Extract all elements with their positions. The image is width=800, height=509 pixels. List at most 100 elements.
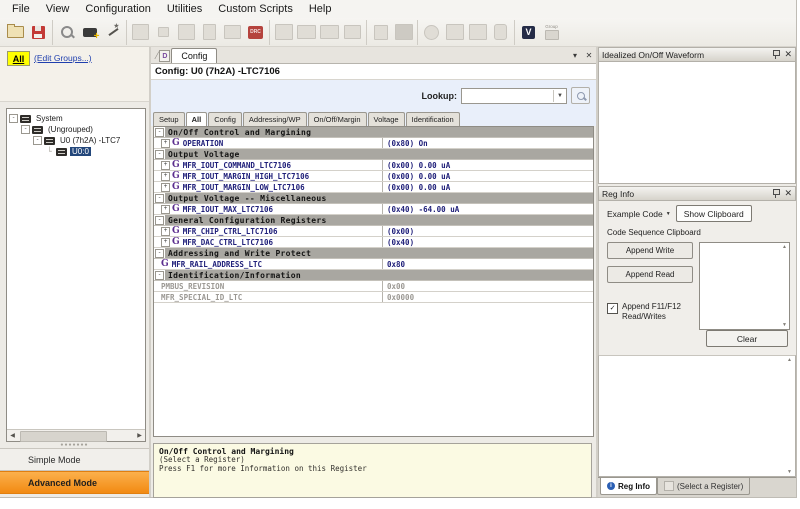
simple-mode-button[interactable]: Simple Mode: [0, 448, 149, 471]
add-device-button[interactable]: [78, 21, 101, 44]
table-row[interactable]: - + G MFR_RAIL_ADDRESS_LTC 0x80: [154, 259, 593, 270]
fault-log-clear-button[interactable]: [466, 21, 489, 44]
scroll-up-icon[interactable]: ▲: [787, 357, 792, 363]
stop-button[interactable]: [152, 21, 175, 44]
expand-plus-icon[interactable]: +: [161, 139, 170, 148]
all-group-badge[interactable]: All: [7, 51, 30, 66]
register-row[interactable]: + G OPERATION (0x80) On: [154, 138, 593, 149]
expand-plus-icon[interactable]: +: [161, 172, 170, 181]
scroll-down-icon[interactable]: ▼: [782, 322, 787, 328]
scroll-up-icon[interactable]: ▲: [782, 244, 787, 250]
dock-menu-button[interactable]: ▾: [568, 49, 582, 62]
scroll-down-icon[interactable]: ▼: [787, 469, 792, 475]
table-row[interactable]: - General Configuration Registers + G: [154, 215, 593, 226]
verify-button[interactable]: V: [517, 21, 540, 44]
osd-button[interactable]: [420, 21, 443, 44]
table-row[interactable]: - On/Off Control and Margining + G: [154, 127, 593, 138]
tree-expander-icon[interactable]: -: [33, 136, 42, 145]
section-collapse-icon[interactable]: -: [155, 271, 164, 280]
tree-expander-icon[interactable]: -: [9, 114, 18, 123]
filter-tab[interactable]: Voltage: [368, 112, 405, 126]
table-row[interactable]: - Output Voltage + G: [154, 149, 593, 160]
expand-plus-icon[interactable]: +: [161, 227, 170, 236]
expand-plus-icon[interactable]: +: [161, 238, 170, 247]
checkbox-checked-icon[interactable]: ✓: [607, 303, 618, 314]
append-read-button[interactable]: Append Read: [607, 266, 693, 283]
section-header-row[interactable]: - General Configuration Registers: [154, 215, 593, 226]
tree-node[interactable]: - └ U0:0: [7, 146, 145, 157]
save-button[interactable]: [27, 21, 50, 44]
table-row[interactable]: - + G MFR_IOUT_COMMAND_LTC7106 (0x00) 0.…: [154, 160, 593, 171]
pc-to-ram-button[interactable]: [295, 21, 318, 44]
filter-tab[interactable]: Setup: [153, 112, 185, 126]
close-icon[interactable]: ✕: [784, 189, 792, 198]
tab-reg-info[interactable]: i Reg Info: [600, 478, 657, 495]
lookup-combobox[interactable]: ▼: [461, 88, 567, 104]
section-header-row[interactable]: - Output Voltage -- Miscellaneous: [154, 193, 593, 204]
pin-icon[interactable]: [772, 50, 780, 59]
filter-tab[interactable]: On/Off/Margin: [308, 112, 367, 126]
code-sequence-listbox[interactable]: ▲ ▼: [699, 242, 790, 330]
section-collapse-icon[interactable]: -: [155, 216, 164, 225]
section-collapse-icon[interactable]: -: [155, 150, 164, 159]
chevron-down-icon[interactable]: ▼: [553, 90, 566, 102]
register-row[interactable]: + G MFR_DAC_CTRL_LTC7106 (0x40): [154, 237, 593, 248]
tree-horizontal-scrollbar[interactable]: ◀ ▶: [7, 429, 145, 441]
expand-plus-icon[interactable]: +: [161, 161, 170, 170]
advanced-mode-button[interactable]: Advanced Mode: [0, 471, 149, 494]
show-clipboard-button[interactable]: Show Clipboard: [676, 205, 752, 222]
tab-config[interactable]: Config: [171, 48, 217, 63]
filter-tab[interactable]: Addressing/WP: [243, 112, 307, 126]
table-row[interactable]: - + G OPERATION (0x80) On: [154, 138, 593, 149]
append-write-button[interactable]: Append Write: [607, 242, 693, 259]
refresh-button[interactable]: [129, 21, 152, 44]
paste-button[interactable]: [221, 21, 244, 44]
filter-tab[interactable]: All: [186, 112, 208, 126]
fault-log-button[interactable]: [443, 21, 466, 44]
ram-button[interactable]: [341, 21, 364, 44]
filter-tab[interactable]: Config: [208, 112, 242, 126]
expand-plus-icon[interactable]: +: [161, 183, 170, 192]
append-f11-f12-option[interactable]: ✓ Append F11/F12 Read/Writes: [607, 302, 693, 321]
find-button[interactable]: [55, 21, 78, 44]
close-panel-button[interactable]: ✕: [582, 49, 596, 62]
section-header-row[interactable]: - Identification/Information: [154, 270, 593, 281]
menu-item[interactable]: View: [38, 2, 78, 16]
table-row[interactable]: - + G PMBUS_REVISION 0x00: [154, 281, 593, 292]
table-row[interactable]: - + G MFR_DAC_CTRL_LTC7106 (0x40): [154, 237, 593, 248]
tab-select-a-register[interactable]: (Select a Register): [657, 478, 750, 495]
table-row[interactable]: - Output Voltage -- Miscellaneous + G: [154, 193, 593, 204]
pin-map-button[interactable]: [369, 21, 392, 44]
close-icon[interactable]: ✕: [784, 50, 792, 59]
section-header-row[interactable]: - Output Voltage: [154, 149, 593, 160]
scroll-right-icon[interactable]: ▶: [134, 430, 145, 441]
register-row[interactable]: + G MFR_CHIP_CTRL_LTC7106 (0x00): [154, 226, 593, 237]
section-header-row[interactable]: - On/Off Control and Margining: [154, 127, 593, 138]
listbox-scrollbar[interactable]: ▲ ▼: [780, 243, 789, 329]
clear-button[interactable]: Clear: [706, 330, 788, 347]
lookup-search-button[interactable]: [571, 87, 590, 104]
register-row[interactable]: + G MFR_IOUT_MARGIN_LOW_LTC7106 (0x00) 0…: [154, 182, 593, 193]
tree-node[interactable]: - └ System: [7, 113, 145, 124]
table-row[interactable]: - Addressing and Write Protect + G: [154, 248, 593, 259]
da-button[interactable]: [392, 21, 415, 44]
group-ops-button[interactable]: Group: [540, 21, 563, 44]
info-scrollbar[interactable]: ▲ ▼: [784, 356, 795, 476]
tree-expander-icon[interactable]: -: [21, 125, 30, 134]
table-row[interactable]: - + G MFR_CHIP_CTRL_LTC7106 (0x00): [154, 226, 593, 237]
scroll-track[interactable]: [18, 431, 134, 440]
scroll-thumb[interactable]: [20, 431, 107, 442]
menu-item[interactable]: Help: [301, 2, 340, 16]
table-row[interactable]: - + G MFR_IOUT_MAX_LTC7106 (0x40) -64.00…: [154, 204, 593, 215]
register-row[interactable]: + G MFR_IOUT_MARGIN_HIGH_LTC7106 (0x00) …: [154, 171, 593, 182]
edit-groups-link[interactable]: (Edit Groups...): [34, 53, 92, 63]
scroll-left-icon[interactable]: ◀: [7, 430, 18, 441]
table-row[interactable]: - + G MFR_SPECIAL_ID_LTC 0x0000: [154, 292, 593, 303]
section-collapse-icon[interactable]: -: [155, 194, 164, 203]
section-collapse-icon[interactable]: -: [155, 249, 164, 258]
register-row[interactable]: + G PMBUS_REVISION 0x00: [154, 281, 593, 292]
go-online-button[interactable]: [272, 21, 295, 44]
register-row[interactable]: + G MFR_RAIL_ADDRESS_LTC 0x80: [154, 259, 593, 270]
table-row[interactable]: - + G MFR_IOUT_MARGIN_HIGH_LTC7106 (0x00…: [154, 171, 593, 182]
nvm-store-button[interactable]: [489, 21, 512, 44]
